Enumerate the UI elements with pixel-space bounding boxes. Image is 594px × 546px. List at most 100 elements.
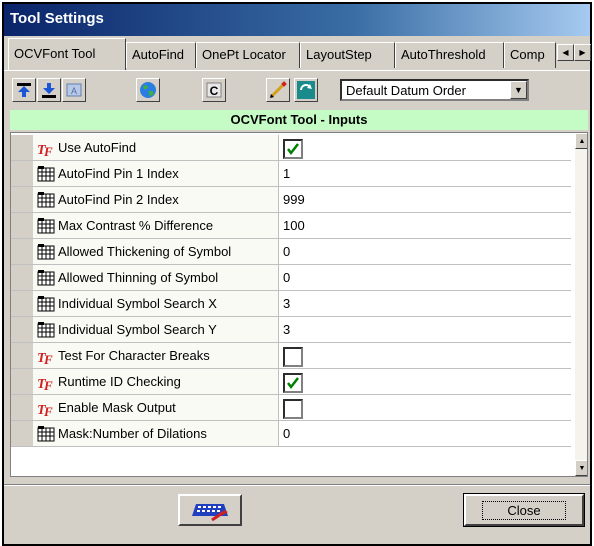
property-name-cell: T F Test For Character Breaks — [33, 343, 279, 368]
row-gutter — [11, 421, 33, 446]
property-value[interactable]: 999 — [283, 192, 305, 207]
arrow-up-icon — [17, 83, 31, 97]
property-name-cell: T F Enable Mask Output — [33, 395, 279, 420]
svg-text:C: C — [210, 84, 219, 98]
vertical-scrollbar[interactable]: ▲ ▼ — [575, 133, 587, 476]
property-name-cell: Individual Symbol Search X — [33, 291, 279, 316]
property-name-cell: Mask:Number of Dilations — [33, 421, 279, 446]
dropdown-button[interactable]: ▼ — [510, 81, 527, 99]
property-row[interactable]: Max Contrast % Difference 100 — [11, 213, 571, 239]
property-checkbox[interactable] — [283, 399, 303, 419]
property-row[interactable]: Individual Symbol Search Y 3 — [11, 317, 571, 343]
property-checkbox[interactable] — [283, 373, 303, 393]
property-row[interactable]: AutoFind Pin 1 Index 1 — [11, 161, 571, 187]
scroll-up-button[interactable]: ▲ — [575, 133, 587, 149]
section-header: OCVFont Tool - Inputs — [10, 110, 588, 130]
tab-onept-locator[interactable]: OnePt Locator — [196, 42, 300, 68]
property-checkbox[interactable] — [283, 139, 303, 159]
grid-icon — [37, 295, 55, 313]
tab-comp[interactable]: Comp — [504, 42, 556, 68]
property-label: Allowed Thinning of Symbol — [58, 270, 219, 285]
property-name-cell: AutoFind Pin 1 Index — [33, 161, 279, 186]
property-value[interactable]: 0 — [283, 270, 290, 285]
move-up-button[interactable] — [12, 78, 36, 102]
keyboard-button[interactable] — [178, 494, 242, 526]
grid-icon — [37, 217, 55, 235]
svg-text:F: F — [43, 378, 53, 391]
c-letter-icon: C — [206, 82, 222, 98]
property-label: Allowed Thickening of Symbol — [58, 244, 232, 259]
property-row[interactable]: AutoFind Pin 2 Index 999 — [11, 187, 571, 213]
text-button[interactable]: A — [62, 78, 86, 102]
datum-order-value: Default Datum Order — [346, 83, 466, 98]
refresh-icon — [297, 81, 315, 99]
row-gutter — [11, 239, 33, 264]
property-name-cell: T F Use AutoFind — [33, 135, 279, 160]
tab-scroll-right-button[interactable]: ▶ — [574, 44, 591, 61]
property-row[interactable]: T F Test For Character Breaks — [11, 343, 571, 369]
svg-text:F: F — [43, 144, 53, 157]
tab-layoutstep[interactable]: LayoutStep — [300, 42, 395, 68]
row-gutter — [11, 343, 33, 368]
refresh-button[interactable] — [294, 78, 318, 102]
close-button[interactable]: Close — [463, 493, 585, 527]
grid-icon — [37, 191, 55, 209]
arrow-right-icon: ▶ — [579, 48, 586, 57]
property-name-cell: Max Contrast % Difference — [33, 213, 279, 238]
edit-button[interactable] — [266, 78, 290, 102]
tf-icon: TF — [37, 373, 55, 393]
property-value[interactable]: 1 — [283, 166, 290, 181]
property-row[interactable]: T F Runtime ID Checking — [11, 369, 571, 395]
tab-ocvfont-tool[interactable]: OCVFont Tool — [8, 38, 126, 70]
property-value[interactable]: 0 — [283, 244, 290, 259]
row-gutter — [11, 187, 33, 212]
property-row[interactable]: Allowed Thickening of Symbol 0 — [11, 239, 571, 265]
property-label: Mask:Number of Dilations — [58, 426, 207, 441]
tab-autothreshold[interactable]: AutoThreshold — [395, 42, 504, 68]
globe-button[interactable] — [136, 78, 160, 102]
property-label: Individual Symbol Search X — [58, 296, 217, 311]
property-label: Use AutoFind — [58, 140, 137, 155]
grid-icon — [37, 321, 55, 339]
arrow-down-icon — [42, 83, 56, 98]
property-value[interactable]: 3 — [283, 322, 290, 337]
row-gutter — [11, 265, 33, 290]
property-name-cell: AutoFind Pin 2 Index — [33, 187, 279, 212]
pencil-icon — [269, 81, 287, 99]
chevron-down-icon: ▼ — [514, 85, 523, 95]
property-row[interactable]: Individual Symbol Search X 3 — [11, 291, 571, 317]
tab-autofind[interactable]: AutoFind — [126, 42, 196, 68]
c-button[interactable]: C — [202, 78, 226, 102]
property-row[interactable]: T F Enable Mask Output — [11, 395, 571, 421]
property-value[interactable]: 0 — [283, 426, 290, 441]
close-button-label: Close — [482, 500, 566, 520]
property-label: Runtime ID Checking — [58, 374, 181, 389]
tab-strip: OCVFont Tool AutoFind OnePt Locator Layo… — [4, 38, 591, 70]
scroll-down-button[interactable]: ▼ — [575, 460, 587, 476]
property-checkbox[interactable] — [283, 347, 303, 367]
property-value[interactable]: 3 — [283, 296, 290, 311]
grid-icon — [37, 165, 55, 183]
arrow-left-icon: ◀ — [562, 48, 569, 57]
property-row[interactable]: Mask:Number of Dilations 0 — [11, 421, 571, 447]
row-gutter — [11, 161, 33, 186]
title-bar[interactable]: Tool Settings — [4, 4, 590, 36]
globe-icon — [140, 82, 156, 98]
property-label: Test For Character Breaks — [58, 348, 210, 363]
move-down-button[interactable] — [37, 78, 61, 102]
tf-icon: TF — [37, 399, 55, 419]
datum-order-select[interactable]: Default Datum Order ▼ — [340, 79, 529, 101]
property-row[interactable]: Allowed Thinning of Symbol 0 — [11, 265, 571, 291]
property-name-cell: Individual Symbol Search Y — [33, 317, 279, 342]
tab-scroll-left-button[interactable]: ◀ — [557, 44, 574, 61]
footer-divider — [4, 484, 590, 486]
tf-icon: TF — [37, 347, 55, 367]
grid-icon — [37, 425, 55, 443]
window-title: Tool Settings — [10, 10, 104, 27]
tf-icon: TF — [37, 139, 55, 159]
property-label: Individual Symbol Search Y — [58, 322, 217, 337]
property-row[interactable]: T F Use AutoFind — [11, 135, 571, 161]
arrow-down-icon: ▼ — [578, 464, 586, 472]
property-value[interactable]: 100 — [283, 218, 305, 233]
grid-icon — [37, 269, 55, 287]
